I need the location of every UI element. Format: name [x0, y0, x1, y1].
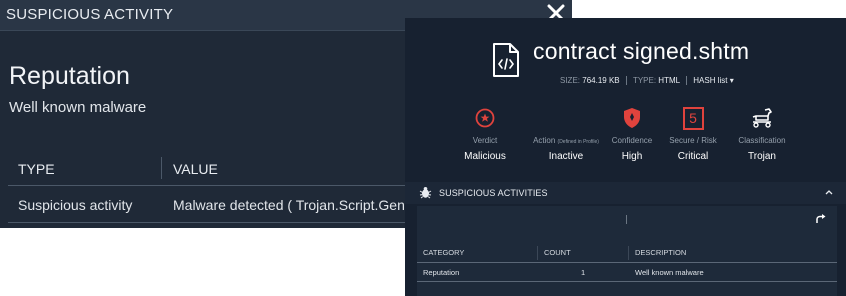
share-icon[interactable] — [815, 213, 827, 225]
risk-score-badge: 5 — [689, 109, 697, 126]
bug-circle-icon — [475, 108, 495, 128]
file-meta: SIZE: 764.19 KB TYPE: HTML HASH list ▾ — [560, 76, 734, 86]
type-value: HTML — [658, 76, 680, 85]
verdict-label: Verdict — [472, 136, 498, 145]
meta-divider — [625, 76, 627, 86]
hash-list-dropdown[interactable]: HASH list ▾ — [693, 76, 733, 85]
metric-classification: Classification Trojan — [727, 106, 797, 162]
secure-risk-label: Secure / Risk — [669, 136, 717, 145]
chevron-up-icon[interactable] — [824, 187, 834, 197]
cell-type: Suspicious activity — [18, 197, 133, 213]
confidence-value: High — [621, 151, 643, 162]
file-name: contract signed.shtm — [533, 38, 750, 64]
shield-icon — [624, 108, 640, 128]
code-file-icon — [493, 43, 519, 77]
cell-count: 1 — [581, 268, 586, 277]
size-label: SIZE: — [560, 76, 581, 85]
suspicious-activities-table: CATEGORY COUNT DESCRIPTION Reputation 1 … — [417, 206, 837, 296]
column-header-type: TYPE — [18, 161, 55, 177]
cell-value: Malware detected ( Trojan.Script.Gen — [173, 197, 405, 213]
suspicious-activities-header[interactable]: SUSPICIOUS ACTIVITIES — [405, 182, 846, 204]
cell-category: Reputation — [423, 268, 460, 277]
column-header-count: COUNT — [544, 248, 571, 257]
confidence-label: Confidence — [611, 136, 653, 145]
column-header-category: CATEGORY — [423, 248, 465, 257]
metric-confidence: Confidence High — [597, 106, 667, 162]
metric-secure-risk: 5 Secure / Risk Critical — [658, 106, 728, 162]
column-header-value: VALUE — [173, 161, 218, 177]
reputation-title: Reputation — [9, 62, 130, 90]
toolbar-divider — [626, 215, 627, 224]
classification-value: Trojan — [748, 151, 776, 162]
bug-icon — [419, 187, 432, 199]
table-header: CATEGORY COUNT DESCRIPTION — [417, 244, 837, 263]
column-divider — [628, 246, 629, 260]
type-label: TYPE: — [632, 76, 657, 85]
meta-divider — [686, 76, 688, 86]
classification-label: Classification — [738, 136, 786, 145]
metric-verdict: Verdict Malicious — [450, 106, 520, 162]
column-divider — [537, 246, 538, 260]
cell-description: Well known malware — [635, 268, 704, 277]
dialog-title: SUSPICIOUS ACTIVITY — [6, 6, 174, 23]
trojan-horse-icon — [752, 108, 772, 128]
verdict-value: Malicious — [464, 151, 506, 162]
secure-risk-value: Critical — [677, 151, 709, 162]
action-label-note: (Defined in Profile) — [557, 139, 599, 145]
file-details-panel: contract signed.shtm SIZE: 764.19 KB TYP… — [405, 18, 846, 296]
caret-down-icon: ▾ — [729, 76, 734, 85]
reputation-subtitle: Well known malware — [9, 99, 147, 116]
column-divider — [161, 157, 162, 179]
suspicious-activities-title: SUSPICIOUS ACTIVITIES — [439, 188, 548, 198]
table-row[interactable]: Reputation 1 Well known malware — [417, 264, 837, 282]
action-label: Action — [533, 136, 556, 145]
size-value: 764.19 KB — [582, 76, 620, 85]
risk-score-icon: 5 — [682, 106, 704, 130]
column-header-description: DESCRIPTION — [635, 248, 687, 257]
hash-list-label: HASH list — [693, 76, 728, 85]
